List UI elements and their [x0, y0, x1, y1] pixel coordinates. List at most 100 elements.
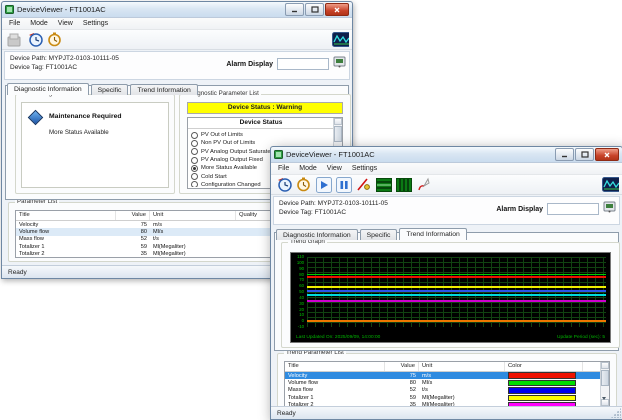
menu-settings[interactable]: Settings: [78, 19, 113, 28]
y-tick-label: 100: [296, 259, 304, 265]
y-tick-label: 0: [301, 318, 304, 324]
alarm-monitor-icon[interactable]: [603, 200, 616, 218]
device-status-warning-banner: Device Status : Warning: [187, 102, 343, 114]
menu-file[interactable]: File: [273, 164, 294, 173]
maximize-button[interactable]: [305, 3, 324, 16]
y-axis-labels: 110 100 90 80 70 60 50 40 30 20 10 0 -10: [291, 253, 306, 329]
minimize-button[interactable]: [555, 148, 574, 161]
y-tick-label: 110: [297, 253, 304, 259]
trend-line-totalizer-3: [307, 293, 606, 296]
menu-file[interactable]: File: [4, 19, 25, 28]
tab-specific[interactable]: Specific: [359, 229, 398, 240]
trend-graph-group: Trend Graph 110 100 90 80 70 60 50 40 30 20 10 0 -10…: [281, 238, 620, 348]
stopwatch-icon[interactable]: [46, 32, 63, 48]
trend-graph[interactable]: 110 100 90 80 70 60 50 40 30 20 10 0 -10 Last Update…: [290, 252, 611, 343]
status-radio-item[interactable]: PV Out of Limits: [191, 131, 332, 139]
scroll-up-icon[interactable]: [334, 118, 342, 139]
menu-settings[interactable]: Settings: [347, 164, 382, 173]
stopwatch-icon[interactable]: [295, 177, 312, 193]
trend-parameter-list-group: Trend Parameter List Title Value Unit Co…: [277, 349, 617, 411]
device-info-panel: Device Path: MYPJT2-0103-10111-05 Device…: [273, 196, 620, 225]
plot-area: [307, 257, 606, 327]
col-unit[interactable]: Unit: [419, 362, 505, 371]
color-swatch: [508, 394, 576, 402]
table-row[interactable]: Totalizer 1 59 Ml(Megaliter): [285, 394, 601, 402]
col-value[interactable]: Value: [116, 211, 150, 220]
alarm-monitor-icon[interactable]: [333, 55, 346, 73]
tab-strip: Diagnostic Information Specific Trend Info…: [2, 81, 352, 95]
menu-bar: File Mode View Settings: [271, 163, 622, 175]
alarm-display-field[interactable]: [277, 58, 329, 70]
device-time-icon[interactable]: [275, 177, 292, 193]
table-row[interactable]: Velocity 75 m/s: [285, 372, 601, 380]
trend-parameter-table: Title Value Unit Color Velocity 75 m/s Volu…: [284, 361, 610, 407]
tab-diagnostic-information[interactable]: Diagnostic Information: [7, 83, 89, 95]
waveform-icon[interactable]: [332, 31, 349, 47]
radio-icon: [191, 173, 198, 181]
menu-mode[interactable]: Mode: [294, 164, 322, 173]
menu-view[interactable]: View: [53, 19, 78, 28]
col-unit[interactable]: Unit: [150, 211, 236, 220]
status-text: Ready: [277, 410, 296, 417]
scroll-thumb[interactable]: [334, 126, 342, 142]
app-icon: [274, 150, 283, 159]
update-period-text: Update Period (sec): 5: [557, 335, 605, 340]
menu-bar: File Mode View Settings: [2, 18, 352, 30]
tab-trend-information[interactable]: Trend Information: [130, 84, 198, 95]
scrollbar[interactable]: [600, 362, 609, 406]
pause-trend-icon[interactable]: [335, 176, 352, 193]
alarm-display-label: Alarm Display: [226, 60, 273, 68]
horizontal-grid-icon[interactable]: [375, 177, 392, 193]
table-row[interactable]: Volume flow 80 Ml/s: [285, 379, 601, 387]
waveform-icon[interactable]: [602, 176, 619, 192]
y-tick-label: 70: [299, 277, 304, 283]
scroll-down-icon[interactable]: [601, 397, 609, 406]
radio-icon: [191, 139, 198, 147]
vertical-grid-icon[interactable]: [395, 177, 412, 193]
status-signal-list-group: Status Signal List Maintenance Required …: [15, 90, 175, 194]
status-signal-list[interactable]: Maintenance Required More Status Availab…: [21, 102, 169, 188]
last-updated-text: Last Updated On: 2025/09/09, 14:00:00: [296, 335, 381, 340]
minimize-button[interactable]: [285, 3, 304, 16]
alarm-display-label: Alarm Display: [496, 205, 543, 213]
y-tick-label: 40: [299, 294, 304, 300]
status-primary: Maintenance Required: [49, 113, 122, 120]
device-time-icon[interactable]: [26, 32, 43, 48]
menu-view[interactable]: View: [322, 164, 347, 173]
y-tick-label: 30: [299, 300, 304, 306]
col-color[interactable]: Color: [505, 362, 583, 371]
start-trend-icon[interactable]: [315, 176, 332, 193]
toolbar: [2, 30, 352, 50]
title-bar[interactable]: DeviceViewer - FT1001AC: [2, 2, 352, 18]
tab-diagnostic-information[interactable]: Diagnostic Information: [276, 229, 358, 240]
col-title[interactable]: Title: [285, 362, 385, 371]
scroll-thumb[interactable]: [601, 370, 609, 386]
color-swatch: [508, 372, 576, 379]
y-tick-label: 90: [299, 265, 304, 271]
scroll-up-icon[interactable]: [601, 362, 609, 383]
device-info-panel: Device Path: MYPJT2-0103-10111-05 Device…: [4, 51, 350, 80]
trend-information-page: Trend Graph 110 100 90 80 70 60 50 40 30 20 10 0 -10…: [274, 232, 620, 351]
col-value[interactable]: Value: [385, 362, 419, 371]
col-title[interactable]: Title: [16, 211, 116, 220]
y-tick-label: 10: [299, 312, 304, 318]
marker-pen-icon[interactable]: [355, 177, 372, 193]
device-status-header: Device Status: [188, 118, 334, 129]
table-row[interactable]: Mass flow 52 t/s: [285, 387, 601, 394]
trend-line-velocity: [307, 276, 606, 279]
radio-icon: [191, 181, 198, 187]
trend-line-totalizer-2: [307, 299, 606, 302]
upload-icon[interactable]: [6, 32, 23, 48]
title-bar[interactable]: DeviceViewer - FT1001AC: [271, 147, 622, 163]
close-button[interactable]: [595, 148, 619, 161]
maximize-button[interactable]: [575, 148, 594, 161]
close-button[interactable]: [325, 3, 349, 16]
menu-mode[interactable]: Mode: [25, 19, 53, 28]
radio-icon: [191, 164, 198, 172]
alarm-display-field[interactable]: [547, 203, 599, 215]
report-pen-icon[interactable]: [415, 177, 432, 193]
tab-specific[interactable]: Specific: [90, 84, 129, 95]
table-header[interactable]: Title Value Unit Color: [285, 362, 601, 372]
resize-grip[interactable]: [611, 408, 621, 418]
tab-trend-information[interactable]: Trend Information: [399, 228, 467, 240]
